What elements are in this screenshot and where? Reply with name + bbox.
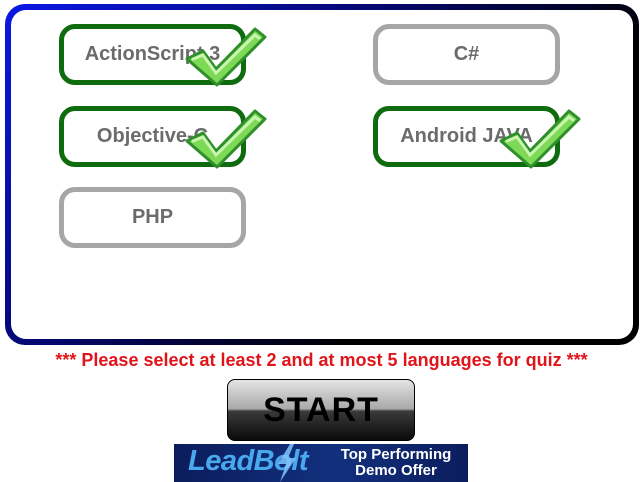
language-option-android-java[interactable]: Android JAVA — [373, 106, 560, 167]
start-button[interactable]: START — [227, 379, 415, 441]
language-option-objective-c[interactable]: Objective-C — [59, 106, 246, 167]
ad-tagline-line2: Demo Offer — [355, 462, 437, 479]
language-option-csharp[interactable]: C# — [373, 24, 560, 85]
language-option-label: Android JAVA — [400, 125, 533, 147]
quiz-setup-screen: ActionScript 3 C# Objective-C Android JA… — [0, 0, 643, 482]
ad-tagline: Top Performing Demo Offer — [326, 447, 466, 479]
selection-instruction: *** Please select at least 2 and at most… — [55, 350, 588, 370]
language-option-label: ActionScript 3 — [84, 43, 221, 65]
language-option-php[interactable]: PHP — [59, 187, 246, 248]
leadbolt-ad-banner[interactable]: LeadBolt Top Performing Demo Offer — [174, 444, 468, 482]
language-option-label: C# — [453, 43, 480, 65]
lightning-bolt-icon — [278, 444, 296, 482]
language-option-label: Objective-C — [96, 125, 209, 147]
language-option-actionscript[interactable]: ActionScript 3 — [59, 24, 246, 85]
language-option-label: PHP — [131, 206, 174, 228]
start-button-label: START — [263, 390, 379, 429]
ad-tagline-line1: Top Performing — [340, 446, 452, 463]
